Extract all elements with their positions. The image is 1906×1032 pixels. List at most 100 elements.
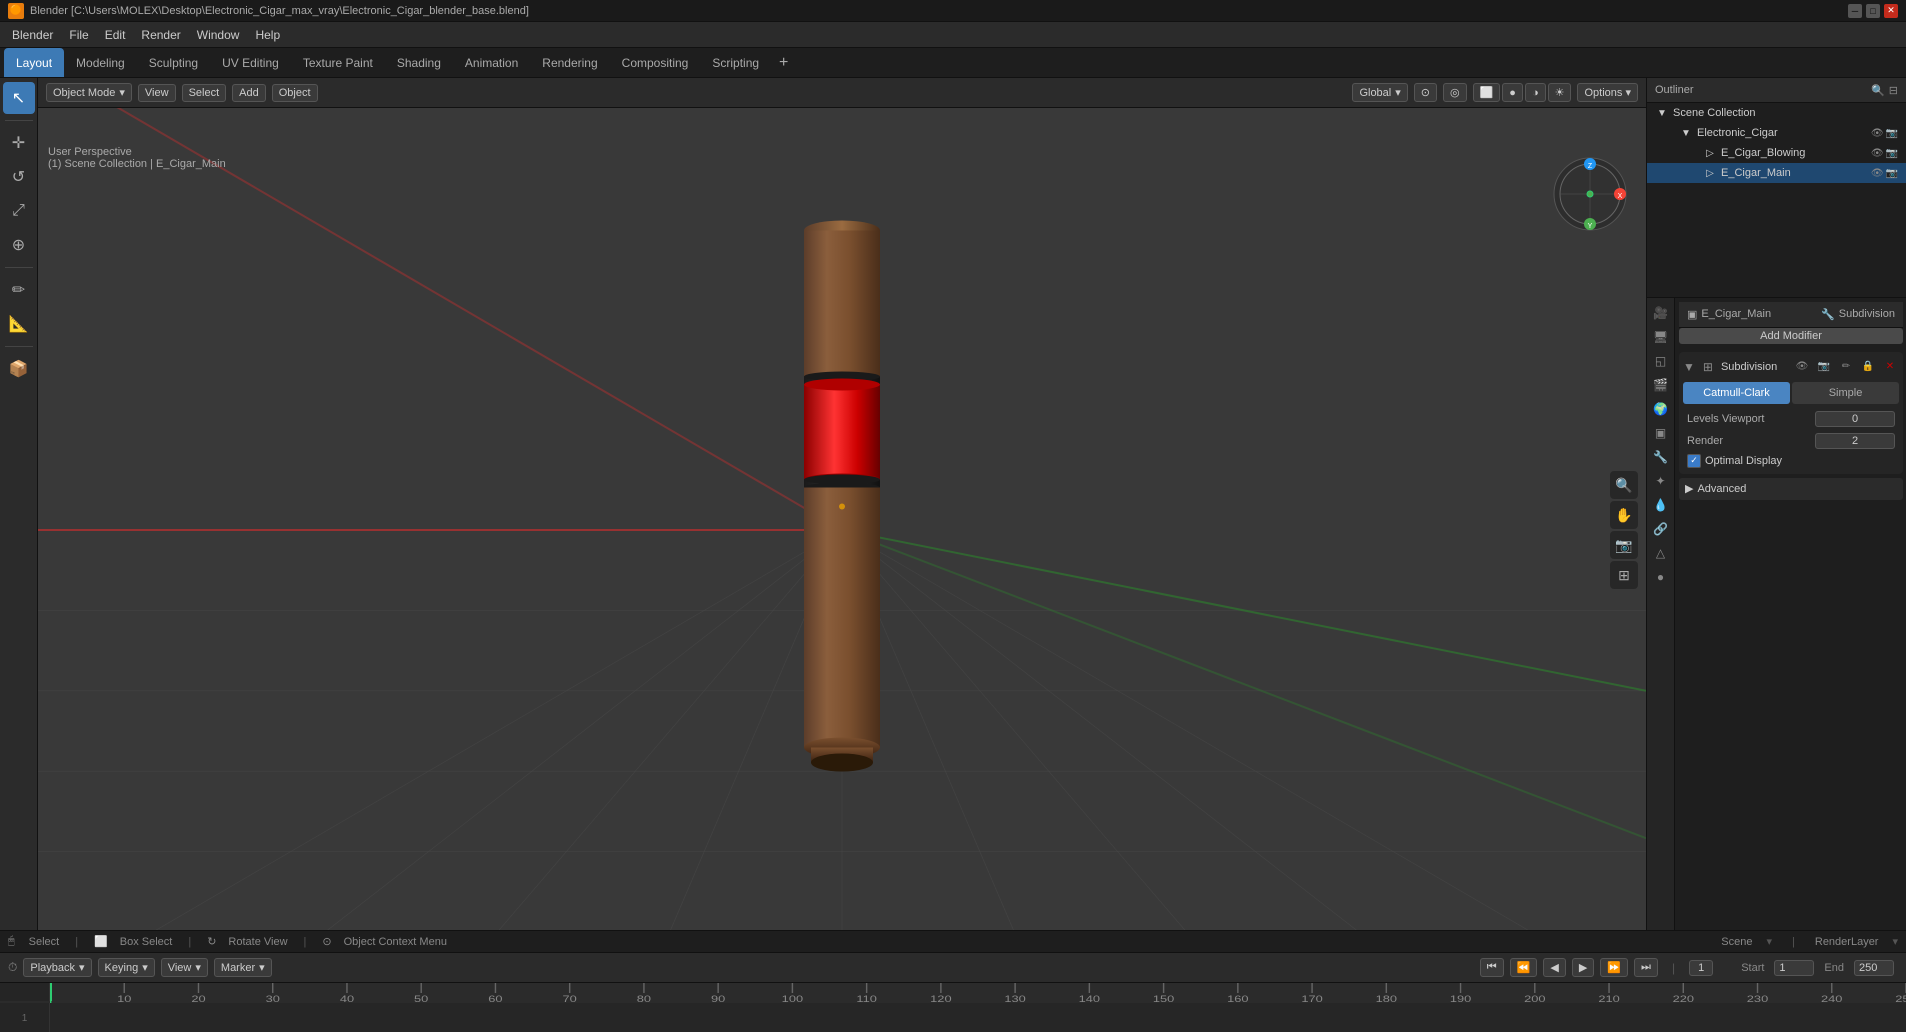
camera-icon[interactable]: 📷: [1610, 531, 1638, 559]
outliner-e-cigar-main[interactable]: ▷ E_Cigar_Main 👁 📷: [1647, 163, 1906, 183]
solid-button[interactable]: ●: [1502, 83, 1523, 102]
tab-animation[interactable]: Animation: [453, 48, 530, 77]
modifier-props-button active[interactable]: 🔧: [1650, 446, 1672, 468]
rotate-tool-button[interactable]: ↺: [3, 161, 35, 193]
constraints-props-button[interactable]: 🔗: [1650, 518, 1672, 540]
material-preview-button[interactable]: ◑: [1525, 83, 1546, 102]
output-props-button[interactable]: 🖥: [1650, 326, 1672, 348]
advanced-section-header[interactable]: ▶ Advanced: [1679, 478, 1903, 500]
menu-edit[interactable]: Edit: [97, 26, 134, 44]
next-keyframe-button[interactable]: ⏩: [1600, 958, 1628, 977]
world-props-button[interactable]: 🌍: [1650, 398, 1672, 420]
keying-chevron-icon: ▾: [142, 961, 148, 974]
render-level-label: Render: [1687, 435, 1815, 447]
data-props-button[interactable]: △: [1650, 542, 1672, 564]
view-menu-button[interactable]: View: [138, 84, 176, 102]
pan-icon[interactable]: ✋: [1610, 501, 1638, 529]
transform-tool-button[interactable]: ⊕: [3, 229, 35, 261]
jump-end-button[interactable]: ⏭: [1634, 958, 1658, 977]
play-button[interactable]: ▶: [1572, 958, 1594, 977]
proportional-editing-button[interactable]: ◎: [1443, 83, 1467, 102]
tab-modeling[interactable]: Modeling: [64, 48, 137, 77]
tab-compositing[interactable]: Compositing: [610, 48, 701, 77]
e-cigar-blowing-label: E_Cigar_Blowing: [1721, 147, 1805, 159]
simple-button[interactable]: Simple: [1792, 382, 1899, 404]
end-frame-input[interactable]: [1854, 960, 1894, 976]
catmull-clark-button[interactable]: Catmull-Clark: [1683, 382, 1790, 404]
navigation-widget[interactable]: X Y Z: [1550, 154, 1630, 234]
object-menu-button[interactable]: Object: [272, 84, 318, 102]
outliner-filter-icon[interactable]: ⊟: [1889, 84, 1898, 97]
outliner-panel: ▼ Scene Collection ▼ Electronic_Cigar 👁 …: [1647, 103, 1906, 297]
play-reverse-button[interactable]: ◀: [1543, 958, 1565, 977]
modifier-render-icon[interactable]: 📷: [1815, 358, 1833, 376]
tab-shading[interactable]: Shading: [385, 48, 453, 77]
zoom-icon[interactable]: 🔍: [1610, 471, 1638, 499]
wireframe-button[interactable]: ⬜: [1473, 83, 1501, 102]
levels-viewport-input[interactable]: [1815, 411, 1895, 427]
timeline-view-dropdown[interactable]: View ▾: [161, 958, 208, 977]
tab-scripting[interactable]: Scripting: [700, 48, 771, 77]
scale-tool-button[interactable]: ⤢: [3, 195, 35, 227]
options-button[interactable]: Options ▾: [1577, 83, 1638, 102]
rendered-button[interactable]: ☀: [1548, 83, 1572, 102]
menu-window[interactable]: Window: [189, 26, 248, 44]
measure-tool-button[interactable]: 📐: [3, 308, 35, 340]
modifier-close-button[interactable]: ✕: [1881, 358, 1899, 376]
tab-sculpting[interactable]: Sculpting: [137, 48, 210, 77]
modifier-edit-icon[interactable]: ✏: [1837, 358, 1855, 376]
outliner-search-icon[interactable]: 🔍: [1871, 84, 1885, 97]
menu-help[interactable]: Help: [247, 26, 288, 44]
physics-props-button[interactable]: 💧: [1650, 494, 1672, 516]
timeline-body[interactable]: 10 20 30 40 50 60 70 80 90: [0, 983, 1906, 1032]
tab-layout[interactable]: Layout: [4, 48, 64, 77]
jump-start-button[interactable]: ⏮: [1480, 958, 1504, 977]
move-tool-button[interactable]: ✛: [3, 127, 35, 159]
optimal-display-checkbox[interactable]: ✓: [1687, 454, 1701, 468]
ortho-icon[interactable]: ⊞: [1610, 561, 1638, 589]
select-menu-button[interactable]: Select: [182, 84, 227, 102]
render-level-input[interactable]: [1815, 433, 1895, 449]
global-dropdown[interactable]: Global ▾: [1352, 83, 1407, 102]
add-menu-button[interactable]: Add: [232, 84, 266, 102]
tab-texture-paint[interactable]: Texture Paint: [291, 48, 385, 77]
scene-props-button[interactable]: 🎬: [1650, 374, 1672, 396]
object-props-button[interactable]: ▣: [1650, 422, 1672, 444]
outliner-scene-collection[interactable]: ▼ Scene Collection: [1647, 103, 1906, 123]
add-cube-button[interactable]: 📦: [3, 353, 35, 385]
minimize-button[interactable]: ─: [1848, 4, 1862, 18]
keying-dropdown[interactable]: Keying ▾: [98, 958, 155, 977]
object-mode-dropdown[interactable]: Object Mode ▾: [46, 83, 132, 102]
snap-button[interactable]: ⊙: [1414, 83, 1437, 102]
add-modifier-button[interactable]: Add Modifier: [1679, 328, 1903, 344]
add-workspace-button[interactable]: +: [771, 50, 796, 76]
maximize-button[interactable]: □: [1866, 4, 1880, 18]
start-frame-input[interactable]: [1774, 960, 1814, 976]
current-frame-box[interactable]: 1: [1689, 960, 1713, 976]
annotate-tool-button[interactable]: ✏: [3, 274, 35, 306]
modifier-realtime-icon[interactable]: 👁: [1793, 358, 1811, 376]
tab-rendering[interactable]: Rendering: [530, 48, 609, 77]
menu-file[interactable]: File: [61, 26, 96, 44]
menu-render[interactable]: Render: [133, 26, 188, 44]
playback-dropdown[interactable]: Playback ▾: [23, 958, 91, 977]
prev-keyframe-button[interactable]: ⏪: [1510, 958, 1538, 977]
material-props-button[interactable]: ●: [1650, 566, 1672, 588]
svg-text:20: 20: [191, 995, 205, 1003]
select-tool-button[interactable]: ↖: [3, 82, 35, 114]
viewport-canvas[interactable]: User Perspective (1) Scene Collection | …: [38, 108, 1646, 952]
keying-label: Keying: [105, 962, 139, 974]
viewport-3d[interactable]: Object Mode ▾ View Select Add Object Glo…: [38, 78, 1646, 952]
render-props-button[interactable]: 🎥: [1650, 302, 1672, 324]
tab-uv-editing[interactable]: UV Editing: [210, 48, 291, 77]
particles-props-button[interactable]: ✦: [1650, 470, 1672, 492]
outliner-e-cigar-blowing[interactable]: ▷ E_Cigar_Blowing 👁 📷: [1647, 143, 1906, 163]
outliner-electronic-cigar[interactable]: ▼ Electronic_Cigar 👁 📷: [1647, 123, 1906, 143]
subdivision-collapse-icon[interactable]: ▼: [1683, 360, 1695, 374]
menu-blender[interactable]: Blender: [4, 26, 61, 44]
close-button[interactable]: ✕: [1884, 4, 1898, 18]
view-layer-props-button[interactable]: ◱: [1650, 350, 1672, 372]
modifier-lock-icon[interactable]: 🔒: [1859, 358, 1877, 376]
marker-dropdown[interactable]: Marker ▾: [214, 958, 272, 977]
timeline-track-area[interactable]: 1: [0, 1003, 1906, 1032]
